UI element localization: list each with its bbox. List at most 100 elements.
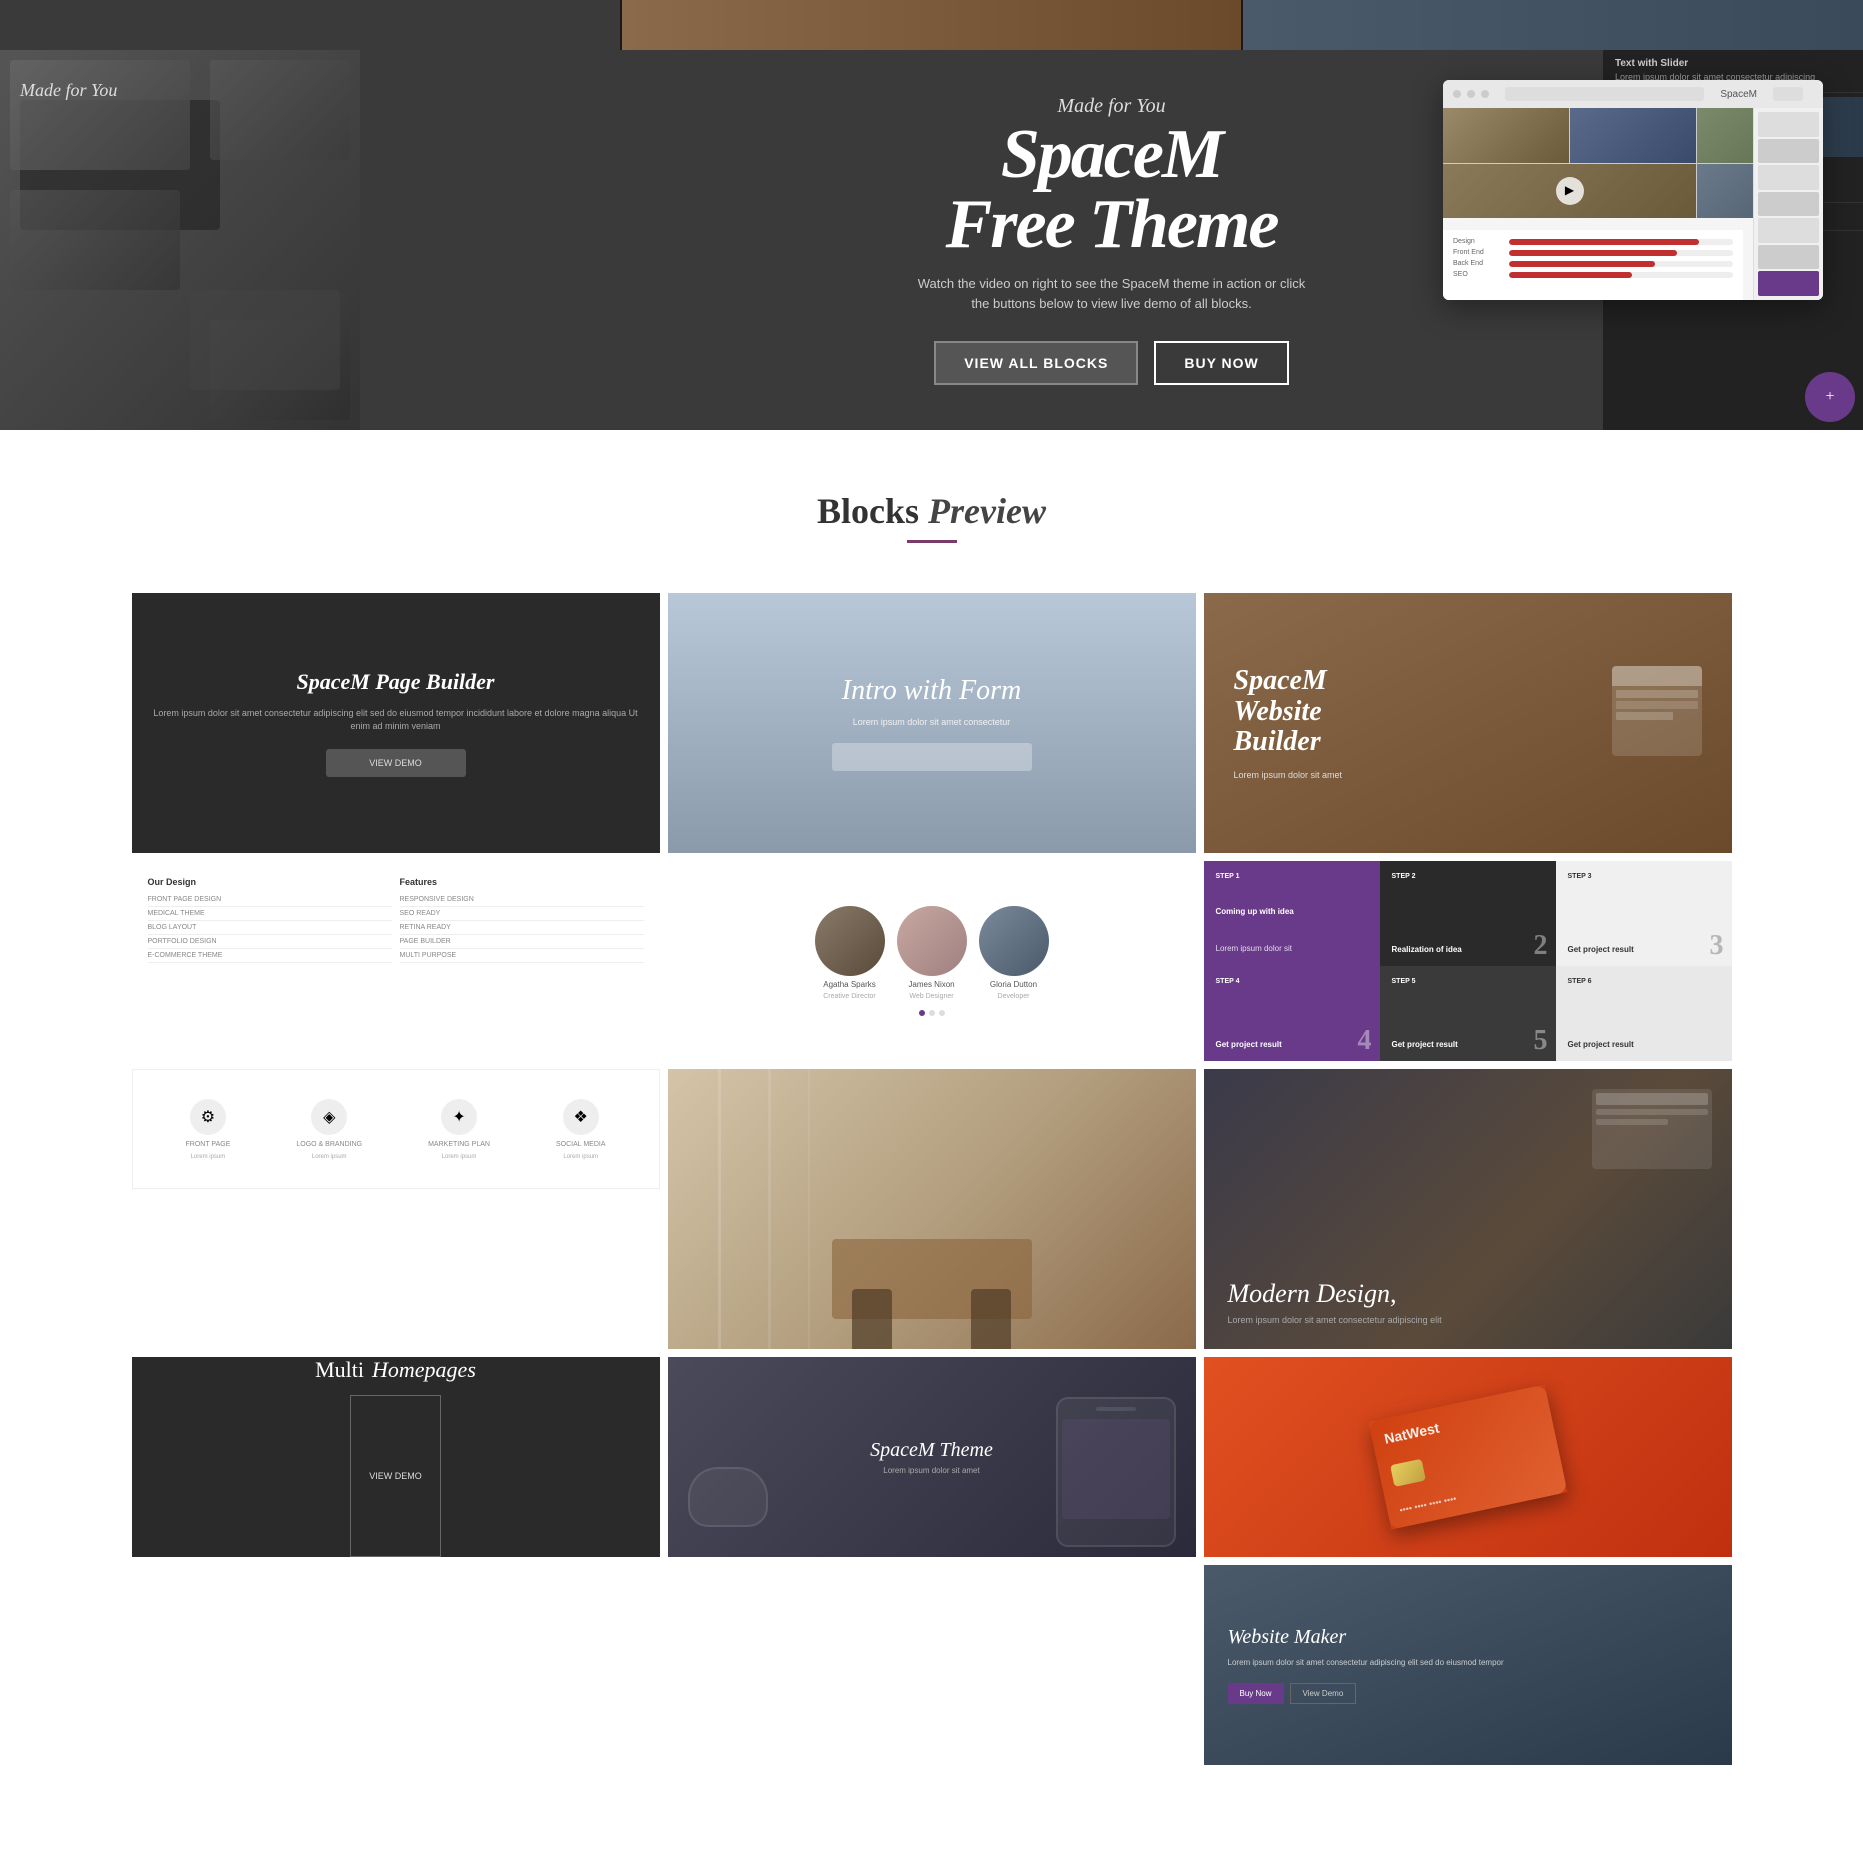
- website-maker-secondary-btn[interactable]: View Demo: [1290, 1683, 1357, 1704]
- pagination-dot-3[interactable]: [939, 1010, 945, 1016]
- card-website-builder-sub: Lorem ipsum dolor sit amet: [1234, 770, 1600, 780]
- card-spacem-theme: SpaceM Theme Lorem ipsum dolor sit amet: [668, 1357, 1196, 1557]
- process-num-4: 4: [1358, 1025, 1372, 1057]
- stat-label-frontend: Front End: [1453, 249, 1503, 256]
- process-num-3: 3: [1710, 930, 1724, 962]
- multi-homepages-plain: Multi: [315, 1357, 364, 1383]
- office-chair-2: [971, 1289, 1011, 1349]
- card-chip: [1390, 1459, 1426, 1487]
- card-page-builder-demo-btn[interactable]: VIEW DEMO: [326, 749, 466, 777]
- bubble-icon: +: [1825, 388, 1834, 406]
- browser-dot-1: [1453, 90, 1461, 98]
- process-num-5: 5: [1534, 1025, 1548, 1057]
- card-intro-form: Intro with Form Lorem ipsum dolor sit am…: [668, 593, 1196, 853]
- panel-thumb-1: [1758, 112, 1819, 137]
- section-title-italic: Preview: [928, 491, 1046, 531]
- card-multi-homepages: Multi Homepages VIEW DEMO: [132, 1357, 660, 1557]
- credit-card: NatWest •••• •••• •••• ••••: [1368, 1384, 1567, 1529]
- hero-description: Watch the video on right to see the Spac…: [912, 274, 1312, 313]
- design-feat-5: MULTI PURPOSE: [400, 949, 644, 963]
- team-member-1: Agatha Sparks Creative Director: [815, 906, 885, 1000]
- website-maker-buttons: Buy Now View Demo: [1228, 1683, 1708, 1704]
- pagination-dot-active[interactable]: [919, 1010, 925, 1016]
- website-maker-primary-btn[interactable]: Buy Now: [1228, 1683, 1284, 1704]
- stat-bar-backend-bg: [1509, 261, 1733, 267]
- team-avatar-1: [815, 906, 885, 976]
- process-step-5: STEP 5 Get project result 5: [1380, 966, 1556, 1061]
- browser-dot-2: [1467, 90, 1475, 98]
- browser-controls: [1773, 87, 1803, 101]
- spacem-theme-sub: Lorem ipsum dolor sit amet: [883, 1466, 979, 1475]
- card-modern-design: Modern Design, Lorem ipsum dolor sit ame…: [1204, 1069, 1732, 1349]
- design-item-2: MEDICAL THEME: [148, 907, 392, 921]
- spacer-left: [132, 1565, 660, 1575]
- team-avatar-3: [979, 906, 1049, 976]
- browser-bar: SpaceM: [1443, 80, 1823, 108]
- process-step3-title: Get project result: [1568, 945, 1720, 954]
- process-step5-label: STEP 5: [1392, 978, 1544, 985]
- our-design-col1-title: Our Design: [148, 877, 392, 887]
- design-item-1: FRONT PAGE DESIGN: [148, 893, 392, 907]
- hero-title-line1: SpaceM: [912, 120, 1312, 190]
- blocks-preview-section: Blocks Preview SpaceM Page Builder Lorem…: [0, 430, 1863, 1805]
- process-step6-label: STEP 6: [1568, 978, 1720, 985]
- section-title: Blocks Preview: [40, 490, 1823, 532]
- stat-row-backend: Back End: [1453, 260, 1733, 267]
- strip-item-3: [1243, 0, 1863, 50]
- card-website-maker: Website Maker Lorem ipsum dolor sit amet…: [1204, 1565, 1732, 1765]
- card-website-builder-screenshot: [1612, 666, 1702, 756]
- panel-thumb-6: [1758, 245, 1819, 270]
- buy-now-button[interactable]: BUY NOW: [1154, 341, 1288, 385]
- hero-made-for-you: Made for You: [20, 80, 117, 101]
- play-button-icon[interactable]: ▶: [1556, 177, 1584, 205]
- feature-label-2: LOGO & BRANDING: [296, 1141, 362, 1148]
- browser-stats: Design Front End Back End: [1443, 230, 1743, 300]
- process-step-3: STEP 3 Get project result 3: [1556, 861, 1732, 966]
- panel-thumb-7: [1758, 271, 1819, 296]
- process-step-4: STEP 4 Get project result 4: [1204, 966, 1380, 1061]
- design-item-3: BLOG LAYOUT: [148, 921, 392, 935]
- sidebar-action-bubble[interactable]: +: [1805, 372, 1855, 422]
- team-role-1: Creative Director: [823, 993, 876, 1000]
- process-step-2: STEP 2 Realization of idea 2: [1380, 861, 1556, 966]
- team-role-3: Developer: [998, 993, 1030, 1000]
- feature-icon-1: ⚙: [190, 1099, 226, 1135]
- feature-icon-4: ❖: [563, 1099, 599, 1135]
- hero-left-image: Made for You: [0, 50, 360, 430]
- browser-mockup: SpaceM ▶ Design: [1443, 80, 1823, 300]
- team-name-2: James Nixon: [908, 980, 954, 989]
- browser-url-bar: [1505, 87, 1704, 101]
- hero-section: Made for You Made for You SpaceM Free Th…: [0, 0, 1863, 430]
- card-intro-form-input[interactable]: [832, 743, 1032, 771]
- section-title-plain: Blocks: [817, 491, 919, 531]
- card-website-builder-title: SpaceMWebsiteBuilder: [1234, 666, 1600, 758]
- pagination-dot-2[interactable]: [929, 1010, 935, 1016]
- process-step1-label: STEP 1: [1216, 873, 1368, 880]
- process-step4-title: Get project result: [1216, 1040, 1368, 1049]
- credit-card-wrapper: NatWest •••• •••• •••• ••••: [1368, 1384, 1567, 1529]
- browser-title: SpaceM: [1720, 89, 1757, 100]
- browser-img-4: ▶: [1443, 164, 1696, 219]
- our-design-col-2: Features RESPONSIVE DESIGN SEO READY RET…: [400, 877, 644, 1045]
- process-step3-label: STEP 3: [1568, 873, 1720, 880]
- our-design-col-1: Our Design FRONT PAGE DESIGN MEDICAL THE…: [148, 877, 392, 1045]
- website-maker-desc: Lorem ipsum dolor sit amet consectetur a…: [1228, 1657, 1708, 1668]
- multi-homepages-btn[interactable]: VIEW DEMO: [350, 1395, 441, 1557]
- view-all-blocks-button[interactable]: VIEW ALL BLOCKS: [934, 341, 1138, 385]
- stat-label-backend: Back End: [1453, 260, 1503, 267]
- hero-top-strip: [0, 0, 1863, 50]
- panel-thumb-5: [1758, 218, 1819, 243]
- team-role-2: Web Designer: [909, 993, 953, 1000]
- browser-img-2: [1570, 108, 1696, 163]
- spacer-center: [668, 1565, 1196, 1575]
- panel-thumb-2: [1758, 139, 1819, 164]
- card-page-builder-subtitle: Lorem ipsum dolor sit amet consectetur a…: [152, 707, 640, 732]
- card-intro-form-title: Intro with Form: [842, 675, 1021, 707]
- card-page-builder-title: SpaceM Page Builder: [297, 669, 495, 695]
- design-item-4: PORTFOLIO DESIGN: [148, 935, 392, 949]
- design-feat-3: RETINA READY: [400, 921, 644, 935]
- device-mockup: [1056, 1397, 1176, 1547]
- feature-icon-2: ◈: [311, 1099, 347, 1135]
- card-process: STEP 1 Coming up with idea Lorem ipsum d…: [1204, 861, 1732, 1061]
- multi-homepages-content: Multi Homepages: [315, 1357, 476, 1383]
